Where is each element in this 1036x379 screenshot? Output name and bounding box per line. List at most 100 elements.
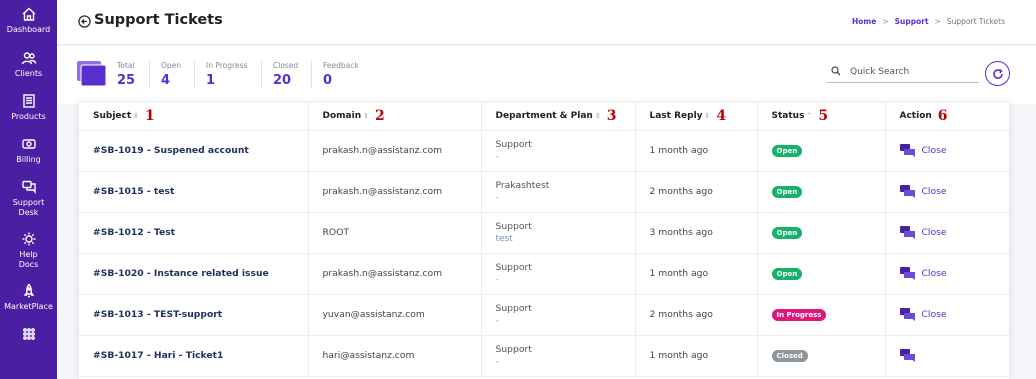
breadcrumb-separator: > [934, 17, 941, 26]
ticket-plan: - [495, 152, 499, 162]
ticket-department: Support [495, 139, 532, 150]
refresh-icon [992, 68, 1003, 79]
column-number: 4 [716, 108, 727, 125]
sidebar-item-label: Dashboard [6, 25, 51, 34]
table-row: #SB-1013 - TEST-support yuvan@assistanz.… [79, 294, 1009, 336]
sidebar-item-marketplace[interactable]: MarketPlace [0, 283, 57, 312]
back-arrow-icon[interactable] [78, 15, 91, 28]
search-input[interactable] [850, 63, 975, 81]
chat-icon[interactable] [899, 144, 916, 157]
stat-divider [311, 61, 312, 89]
sidebar-item-label: Support Desk [12, 198, 45, 217]
breadcrumb: Home > Support > Support Tickets [852, 17, 1005, 26]
ticket-plan: - [495, 316, 499, 326]
column-header-domain[interactable]: Domain ⇕ 2 [308, 103, 482, 131]
sidebar-item-label: Products [11, 112, 46, 121]
stat-label: In Progress [206, 61, 248, 70]
close-ticket-link[interactable]: Close [922, 309, 947, 320]
sort-icon: ⇕ [594, 112, 601, 121]
sidebar-item-apps[interactable] [0, 326, 57, 342]
stat-in-progress: In Progress 1 [206, 61, 247, 88]
ticket-plan: - [495, 357, 499, 367]
stat-closed: Closed 20 [273, 61, 298, 88]
ticket-subject-link[interactable]: #SB-1017 - Hari - Ticket1 [93, 350, 223, 361]
chat-icon[interactable] [899, 308, 916, 321]
stat-divider [149, 61, 150, 89]
sort-icon: ⇕ [133, 112, 140, 121]
close-ticket-link[interactable]: Close [922, 186, 947, 197]
status-badge: Open [771, 226, 803, 239]
ticket-last-reply: 1 month ago [635, 130, 758, 172]
status-badge: Closed [771, 349, 808, 362]
table-header-row: Subject ⇕ 1 Domain ⇕ 2 Department & Plan ⇕ 3 L… [79, 103, 1009, 131]
close-ticket-link[interactable]: Close [922, 227, 947, 238]
ticket-department: Prakashtest [495, 180, 550, 191]
ticket-department: Support [495, 344, 532, 355]
money-icon [21, 139, 36, 149]
sidebar-item-help-docs[interactable]: Help Docs [0, 231, 57, 270]
ticket-subject-link[interactable]: #SB-1013 - TEST-support [93, 309, 222, 320]
table-row: #SB-1020 - Instance related issue prakas… [79, 253, 1009, 295]
sort-icon: ⇕ [704, 112, 711, 121]
ticket-domain: hari@assistanz.com [308, 335, 482, 377]
sidebar-item-billing[interactable]: Billing [0, 136, 57, 165]
close-ticket-link[interactable]: Close [922, 145, 947, 156]
home-icon [22, 7, 35, 21]
stat-divider [194, 61, 195, 89]
stat-feedback: Feedback 0 [323, 61, 359, 88]
column-header-department-plan[interactable]: Department & Plan ⇕ 3 [481, 103, 636, 131]
chat-icon[interactable] [899, 185, 916, 198]
ticket-plan: - [495, 193, 499, 203]
column-label: Domain [322, 111, 362, 122]
stat-divider [261, 61, 262, 89]
page-title: Support Tickets [94, 12, 223, 28]
stat-label: Open [161, 61, 182, 70]
breadcrumb-current: Support Tickets [946, 17, 1005, 26]
ticket-last-reply: 1 month ago [635, 253, 758, 295]
sidebar-item-label: MarketPlace [4, 302, 53, 311]
sidebar-item-products[interactable]: Products [0, 93, 57, 122]
tickets-stack-icon [77, 61, 107, 87]
sidebar-item-label: Clients [14, 69, 43, 78]
chat-icon[interactable] [899, 349, 916, 362]
chat-icon[interactable] [899, 226, 916, 239]
column-label: Action [899, 111, 932, 122]
column-header-subject[interactable]: Subject ⇕ 1 [79, 103, 309, 131]
chat-icon [21, 180, 36, 195]
sidebar-item-label: Help Docs [18, 250, 39, 269]
ticket-plan-link[interactable]: test [496, 234, 635, 244]
sort-asc-icon: ^ [806, 112, 813, 121]
ticket-department: Support [495, 303, 532, 314]
column-number: 6 [937, 108, 948, 125]
table-row: #SB-1012 - Test ROOT Support test 3 month… [79, 212, 1009, 254]
ticket-department: Support [495, 262, 532, 273]
status-badge: Open [771, 144, 803, 157]
gear-icon [22, 232, 35, 246]
ticket-subject-link[interactable]: #SB-1020 - Instance related issue [93, 268, 269, 279]
stat-value: 1 [206, 73, 216, 88]
stat-value: 0 [323, 73, 333, 88]
breadcrumb-support[interactable]: Support [895, 17, 929, 26]
table-row: #SB-1015 - test prakash.n@assistanz.com … [79, 171, 1009, 213]
sidebar-item-clients[interactable]: Clients [0, 50, 57, 79]
sidebar-item-support-desk[interactable]: Support Desk [0, 179, 57, 218]
refresh-button[interactable] [985, 61, 1010, 86]
stat-label: Closed [273, 61, 299, 70]
ticket-subject-link[interactable]: #SB-1012 - Test [93, 227, 175, 238]
users-icon [21, 52, 36, 65]
ticket-subject-link[interactable]: #SB-1019 - Suspened account [93, 145, 249, 156]
column-label: Department & Plan [495, 111, 593, 122]
quick-search [827, 63, 979, 83]
sidebar-item-dashboard[interactable]: Dashboard [0, 6, 57, 35]
column-number: 5 [818, 108, 829, 125]
column-header-last-reply[interactable]: Last Reply ⇕ 4 [635, 103, 758, 131]
column-header-status[interactable]: Status ^ 5 [757, 103, 886, 131]
ticket-last-reply: 3 months ago [635, 212, 758, 254]
close-ticket-link[interactable]: Close [922, 268, 947, 279]
ticket-last-reply: 2 months ago [635, 294, 758, 336]
breadcrumb-home[interactable]: Home [852, 17, 876, 26]
ticket-last-reply: 1 month ago [635, 335, 758, 377]
rocket-icon [23, 283, 34, 298]
chat-icon[interactable] [899, 267, 916, 280]
ticket-subject-link[interactable]: #SB-1015 - test [93, 186, 174, 197]
